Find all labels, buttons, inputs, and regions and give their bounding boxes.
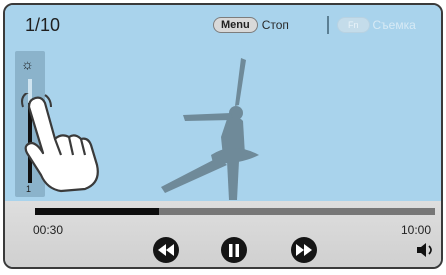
image-counter: 1/10	[25, 15, 61, 35]
photo-viewer[interactable]: 1/10 Menu Стоп Fn Съемка ☼ 1	[5, 5, 441, 201]
fast-forward-button[interactable]	[291, 237, 317, 263]
total-time: 10:00	[400, 223, 431, 237]
progress-fill	[35, 208, 159, 215]
ballerina-photo	[161, 58, 259, 200]
elapsed-time: 00:30	[33, 223, 64, 237]
volume-icon	[417, 243, 432, 257]
playback-bar: 00:30 10:00	[5, 201, 441, 267]
rewind-button[interactable]	[153, 237, 179, 263]
pause-button[interactable]	[221, 237, 247, 263]
menu-hint: Menu Стоп	[213, 17, 289, 33]
volume-button[interactable]	[417, 243, 435, 262]
sun-icon: ☼	[21, 56, 34, 72]
menu-label: Стоп	[261, 18, 289, 32]
hand-gesture-icon	[21, 93, 99, 193]
fn-key[interactable]: Fn	[337, 17, 370, 33]
rewind-icon	[158, 244, 174, 256]
fast-forward-icon	[296, 244, 312, 256]
pause-icon	[229, 243, 239, 257]
menu-key[interactable]: Menu	[213, 17, 258, 33]
fn-hint: Fn Съемка	[337, 17, 416, 33]
fn-label: Съемка	[372, 18, 416, 32]
device-screen: 1/10 Menu Стоп Fn Съемка ☼ 1 00:30 10:00	[3, 3, 443, 269]
menu-divider	[327, 16, 329, 34]
